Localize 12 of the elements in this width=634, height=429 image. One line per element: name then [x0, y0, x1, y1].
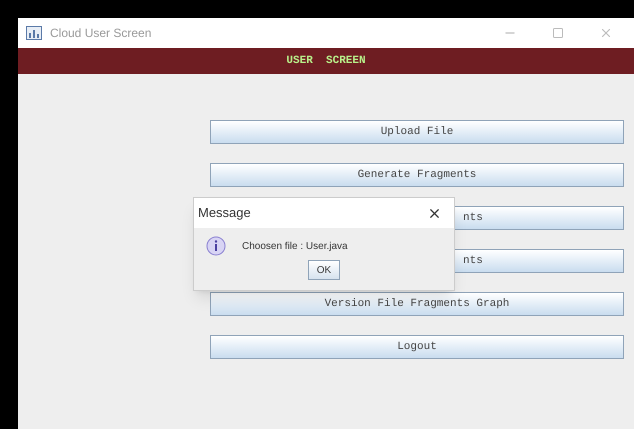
app-icon [26, 26, 42, 40]
menu-button[interactable]: Version File Fragments Graph [210, 292, 624, 316]
dialog-message: Choosen file : User.java [242, 240, 348, 254]
ok-button[interactable]: OK [308, 260, 340, 280]
menu-button[interactable]: Logout [210, 335, 624, 359]
menu-button[interactable]: Upload File [210, 120, 624, 144]
maximize-icon[interactable] [552, 27, 564, 39]
dialog-title: Message [198, 204, 251, 222]
window-title: Cloud User Screen [50, 25, 152, 42]
header-title: USER SCREEN [286, 54, 366, 69]
info-icon [206, 236, 226, 256]
menu-button[interactable]: Generate Fragments [210, 163, 624, 187]
